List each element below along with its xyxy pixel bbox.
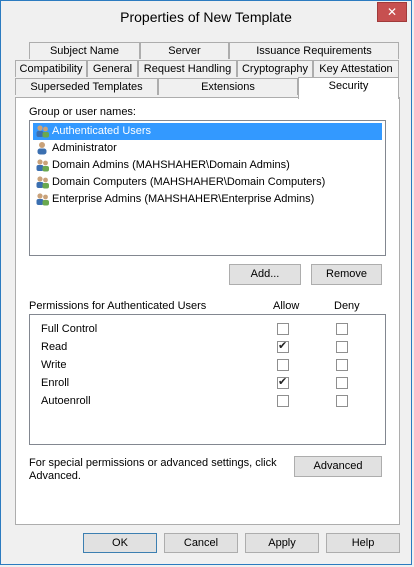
list-item[interactable]: Domain Admins (MAHSHAHER\Domain Admins) — [33, 157, 294, 174]
tab-general[interactable]: General — [87, 60, 138, 77]
user-group-icon — [36, 125, 49, 138]
allow-checkbox[interactable] — [277, 359, 289, 371]
apply-button[interactable]: Apply — [245, 533, 319, 553]
deny-checkbox[interactable] — [336, 395, 348, 407]
advanced-button[interactable]: Advanced — [294, 456, 382, 477]
permission-row: Write — [30, 357, 385, 375]
tab-superseded-templates[interactable]: Superseded Templates — [15, 78, 158, 95]
permission-name: Autoenroll — [41, 395, 91, 407]
close-button[interactable]: ✕ — [377, 2, 407, 22]
title-bar: Properties of New Template ✕ — [1, 1, 411, 33]
tab-cryptography[interactable]: Cryptography — [237, 60, 313, 77]
help-button[interactable]: Help — [326, 533, 400, 553]
tab-server[interactable]: Server — [140, 42, 229, 59]
permission-row: Read — [30, 339, 385, 357]
permission-name: Enroll — [41, 377, 70, 389]
window-title: Properties of New Template — [120, 9, 292, 25]
tab-issuance-requirements[interactable]: Issuance Requirements — [229, 42, 399, 59]
permission-row: Autoenroll — [30, 393, 385, 411]
user-group-icon — [36, 159, 49, 172]
user-name: Administrator — [52, 142, 117, 154]
list-item[interactable]: Authenticated Users — [33, 123, 382, 140]
user-name: Domain Admins (MAHSHAHER\Domain Admins) — [52, 159, 290, 171]
tab-compatibility[interactable]: Compatibility — [15, 60, 87, 77]
tab-security[interactable]: Security — [298, 77, 399, 99]
permission-name: Write — [41, 359, 67, 371]
deny-checkbox[interactable] — [336, 341, 348, 353]
ok-button[interactable]: OK — [83, 533, 157, 553]
deny-checkbox[interactable] — [336, 323, 348, 335]
deny-checkbox[interactable] — [336, 359, 348, 371]
allow-checkbox[interactable] — [277, 395, 289, 407]
allow-header: Allow — [273, 300, 300, 312]
permission-name: Full Control — [41, 323, 98, 335]
group-or-user-names-label: Group or user names: — [29, 106, 136, 118]
allow-checkbox[interactable] — [277, 323, 289, 335]
deny-checkbox[interactable] — [336, 377, 348, 389]
permissions-label: Permissions for Authenticated Users — [29, 300, 207, 312]
permission-name: Read — [41, 341, 68, 353]
user-group-icon — [36, 176, 49, 189]
cancel-button[interactable]: Cancel — [164, 533, 238, 553]
add-button[interactable]: Add... — [229, 264, 301, 285]
list-item[interactable]: Administrator — [33, 140, 121, 157]
tab-request-handling[interactable]: Request Handling — [138, 60, 237, 77]
user-icon — [37, 142, 47, 155]
user-name: Domain Computers (MAHSHAHER\Domain Compu… — [52, 176, 326, 188]
list-item[interactable]: Enterprise Admins (MAHSHAHER\Enterprise … — [33, 191, 318, 208]
user-name: Authenticated Users — [52, 125, 152, 137]
user-name: Enterprise Admins (MAHSHAHER\Enterprise … — [52, 193, 315, 205]
remove-button[interactable]: Remove — [311, 264, 382, 285]
user-listbox[interactable]: Authenticated Users Administrator Domain… — [29, 120, 386, 256]
permission-row: Enroll — [30, 375, 385, 393]
special-permissions-text: For special permissions or advanced sett… — [29, 457, 277, 469]
tab-key-attestation[interactable]: Key Attestation — [313, 60, 399, 77]
list-item[interactable]: Domain Computers (MAHSHAHER\Domain Compu… — [33, 174, 329, 191]
tab-extensions[interactable]: Extensions — [158, 78, 298, 95]
allow-checkbox[interactable] — [277, 375, 289, 389]
allow-checkbox[interactable] — [277, 339, 289, 353]
permission-row: Full Control — [30, 321, 385, 339]
tab-subject-name[interactable]: Subject Name — [29, 42, 140, 59]
user-group-icon — [36, 193, 49, 206]
permissions-list: Full Control Read Write Enroll Autoenrol… — [29, 314, 386, 445]
special-permissions-text-2: Advanced. — [29, 470, 81, 482]
deny-header: Deny — [334, 300, 360, 312]
